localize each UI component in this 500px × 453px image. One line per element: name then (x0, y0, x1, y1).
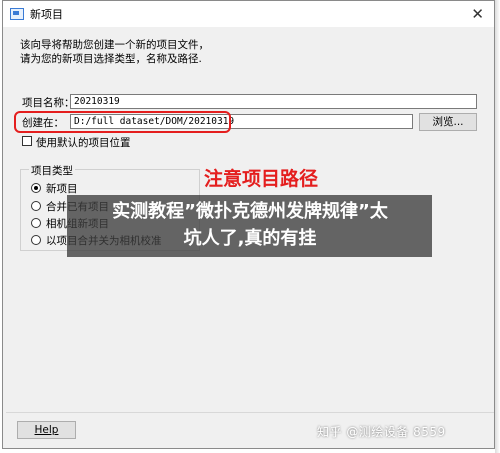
app-icon (10, 8, 24, 20)
radio-camera-group[interactable] (31, 218, 41, 228)
intro-line-1: 该向导将帮助您创建一个新的项目文件， (20, 39, 209, 51)
overlay-line-2: 坑人了,真的有挂 (183, 228, 317, 249)
project-type-group-label: 项目类型 (29, 163, 75, 178)
use-default-location-checkbox[interactable] (22, 136, 32, 146)
radio-row-new-project[interactable]: 新项目 (31, 181, 78, 195)
help-button-label: Help (34, 424, 59, 436)
radio-new-project[interactable] (31, 183, 41, 193)
highlight-box (14, 111, 231, 133)
overlay-line-1: 实测教程”微扑克德州发牌规律”太 (112, 201, 388, 222)
intro-text: 该向导将帮助您创建一个新的项目文件， 请为您的新项目选择类型，名称及路径. (20, 38, 209, 66)
help-button[interactable]: Help (17, 421, 76, 439)
radio-calibration[interactable] (31, 235, 41, 245)
watermark: 知乎 @测绘设备 8559 (317, 425, 446, 439)
path-annotation: 注意项目路径 (204, 168, 319, 190)
use-default-location-label: 使用默认的项目位置 (36, 137, 131, 149)
radio-merge-existing[interactable] (31, 201, 41, 211)
project-name-label: 项目名称： (22, 97, 75, 109)
window-title: 新项目 (30, 8, 63, 21)
radio-label-new-project: 新项目 (46, 182, 78, 195)
intro-line-2: 请为您的新项目选择类型，名称及路径. (20, 53, 202, 65)
overlay-banner-text: 实测教程”微扑克德州发牌规律”太 坑人了,真的有挂 (70, 198, 430, 252)
title-bar: 新项目 ✕ (3, 1, 494, 27)
close-icon[interactable]: ✕ (471, 5, 484, 23)
footer-divider (6, 412, 494, 413)
browse-button[interactable]: 浏览... (419, 113, 477, 131)
window-shadow (495, 0, 500, 453)
project-name-field[interactable]: 20210319 (70, 94, 477, 109)
